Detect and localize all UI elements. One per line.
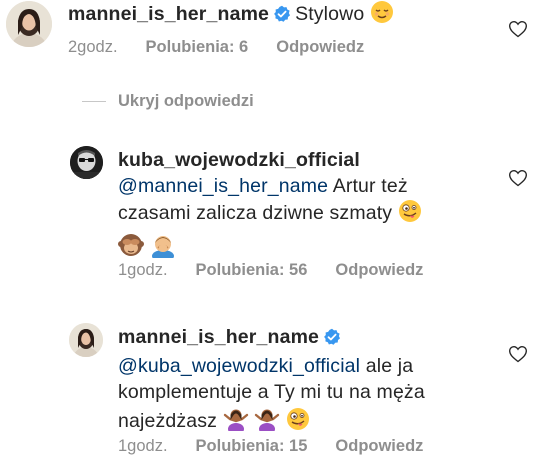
comment-meta: 2godz. Polubienia: 6 Odpowiedz xyxy=(68,38,364,57)
comment-body-line-1: Artur też xyxy=(332,175,408,197)
comment-body-line-3: najeżdżasz xyxy=(118,410,218,432)
comment-body-line-1: ale ja xyxy=(365,355,414,377)
username[interactable]: mannei_is_her_name xyxy=(68,3,269,25)
comment-body-line-2: komplementuje a Ty mi tu na męża xyxy=(118,381,425,403)
comment-text: mannei_is_her_name Stylowo xyxy=(68,0,394,31)
mention-link[interactable]: @kuba_wojewodzki_official xyxy=(118,355,360,377)
verified-badge-icon xyxy=(323,327,341,353)
comment-meta: 1godz. Polubienia: 15 Odpowiedz xyxy=(118,437,423,456)
hide-replies-toggle[interactable]: Ukryj odpowiedzi xyxy=(82,92,254,111)
comment-time[interactable]: 1godz. xyxy=(118,261,168,279)
like-heart-icon[interactable] xyxy=(508,168,528,188)
avatar[interactable] xyxy=(69,323,103,357)
comment-time[interactable]: 1godz. xyxy=(118,437,168,455)
comment-body-line-2: czasami zalicza dziwne szmaty xyxy=(118,202,393,224)
likes-count[interactable]: Polubienia: 56 xyxy=(196,261,308,279)
zany-face-emoji-icon xyxy=(398,199,422,230)
username[interactable]: mannei_is_her_name xyxy=(118,326,319,348)
likes-count[interactable]: Polubienia: 6 xyxy=(146,38,249,56)
likes-count[interactable]: Polubienia: 15 xyxy=(196,437,308,455)
comment-text: mannei_is_her_name @kuba_wojewodzki_offi… xyxy=(118,324,548,438)
comment-body: Stylowo xyxy=(295,3,365,25)
reply-button[interactable]: Odpowiedz xyxy=(276,38,364,56)
relieved-face-emoji-icon xyxy=(370,0,394,31)
like-heart-icon[interactable] xyxy=(508,19,528,39)
comment-meta: 1godz. Polubienia: 56 Odpowiedz xyxy=(118,261,423,280)
reply-button[interactable]: Odpowiedz xyxy=(335,437,423,455)
username[interactable]: kuba_wojewodzki_official xyxy=(118,149,360,171)
woman-shrugging-emoji-icon xyxy=(254,405,280,438)
like-heart-icon[interactable] xyxy=(508,344,528,364)
verified-badge-icon xyxy=(273,4,291,30)
hide-replies-label[interactable]: Ukryj odpowiedzi xyxy=(118,92,254,110)
comment-time[interactable]: 2godz. xyxy=(68,38,118,56)
comment-text: kuba_wojewodzki_official @mannei_is_her_… xyxy=(118,147,548,265)
woman-shrugging-emoji-icon xyxy=(223,405,249,438)
avatar[interactable] xyxy=(6,1,52,47)
mention-link[interactable]: @mannei_is_her_name xyxy=(118,175,328,197)
zany-face-emoji-icon xyxy=(286,407,310,438)
toggle-divider xyxy=(82,101,106,103)
reply-button[interactable]: Odpowiedz xyxy=(335,261,423,279)
avatar[interactable] xyxy=(70,146,103,179)
